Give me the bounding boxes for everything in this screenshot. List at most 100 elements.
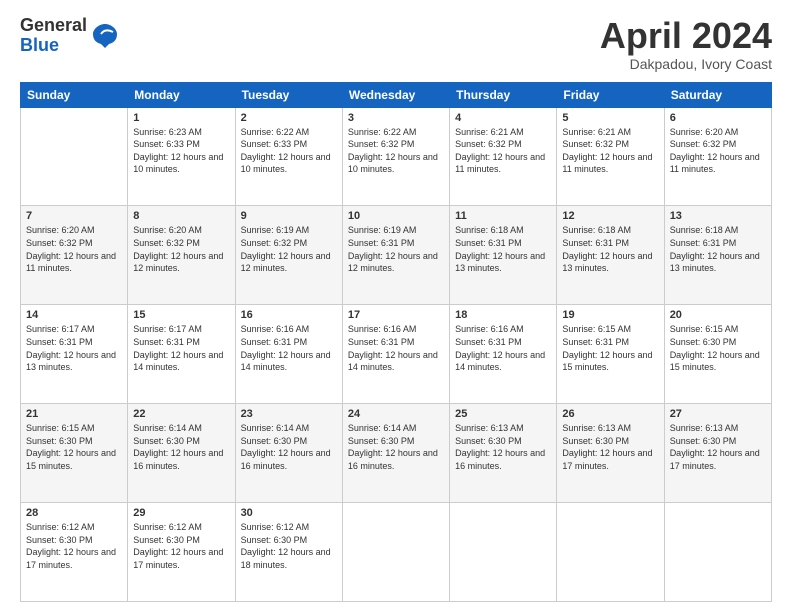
table-row: 13 Sunrise: 6:18 AMSunset: 6:31 PMDaylig… — [664, 206, 771, 305]
header-sunday: Sunday — [21, 82, 128, 107]
day-info: Sunrise: 6:20 AMSunset: 6:32 PMDaylight:… — [133, 225, 223, 273]
logo-icon — [91, 20, 119, 48]
day-info: Sunrise: 6:20 AMSunset: 6:32 PMDaylight:… — [670, 127, 760, 175]
table-row: 28 Sunrise: 6:12 AMSunset: 6:30 PMDaylig… — [21, 503, 128, 602]
calendar-table: Sunday Monday Tuesday Wednesday Thursday… — [20, 82, 772, 602]
day-number: 29 — [133, 507, 229, 519]
day-number: 13 — [670, 210, 766, 222]
day-number: 5 — [562, 112, 658, 124]
day-number: 27 — [670, 408, 766, 420]
day-number: 11 — [455, 210, 551, 222]
table-row: 27 Sunrise: 6:13 AMSunset: 6:30 PMDaylig… — [664, 404, 771, 503]
day-info: Sunrise: 6:18 AMSunset: 6:31 PMDaylight:… — [562, 225, 652, 273]
day-info: Sunrise: 6:12 AMSunset: 6:30 PMDaylight:… — [133, 522, 223, 570]
day-number: 15 — [133, 309, 229, 321]
day-info: Sunrise: 6:19 AMSunset: 6:31 PMDaylight:… — [348, 225, 438, 273]
header-thursday: Thursday — [450, 82, 557, 107]
day-number: 6 — [670, 112, 766, 124]
logo-text: General Blue — [20, 16, 87, 56]
table-row — [557, 503, 664, 602]
day-number: 2 — [241, 112, 337, 124]
day-info: Sunrise: 6:22 AMSunset: 6:33 PMDaylight:… — [241, 127, 331, 175]
day-number: 16 — [241, 309, 337, 321]
table-row: 22 Sunrise: 6:14 AMSunset: 6:30 PMDaylig… — [128, 404, 235, 503]
calendar-week-3: 21 Sunrise: 6:15 AMSunset: 6:30 PMDaylig… — [21, 404, 772, 503]
day-info: Sunrise: 6:18 AMSunset: 6:31 PMDaylight:… — [455, 225, 545, 273]
day-number: 24 — [348, 408, 444, 420]
table-row — [342, 503, 449, 602]
table-row — [21, 107, 128, 206]
day-number: 30 — [241, 507, 337, 519]
table-row: 2 Sunrise: 6:22 AMSunset: 6:33 PMDayligh… — [235, 107, 342, 206]
logo-general: General — [20, 16, 87, 36]
day-info: Sunrise: 6:15 AMSunset: 6:30 PMDaylight:… — [26, 423, 116, 471]
table-row — [450, 503, 557, 602]
day-number: 10 — [348, 210, 444, 222]
day-info: Sunrise: 6:21 AMSunset: 6:32 PMDaylight:… — [455, 127, 545, 175]
table-row: 16 Sunrise: 6:16 AMSunset: 6:31 PMDaylig… — [235, 305, 342, 404]
day-number: 21 — [26, 408, 122, 420]
day-info: Sunrise: 6:17 AMSunset: 6:31 PMDaylight:… — [26, 324, 116, 372]
header-wednesday: Wednesday — [342, 82, 449, 107]
calendar-week-0: 1 Sunrise: 6:23 AMSunset: 6:33 PMDayligh… — [21, 107, 772, 206]
table-row: 11 Sunrise: 6:18 AMSunset: 6:31 PMDaylig… — [450, 206, 557, 305]
day-info: Sunrise: 6:14 AMSunset: 6:30 PMDaylight:… — [348, 423, 438, 471]
day-info: Sunrise: 6:17 AMSunset: 6:31 PMDaylight:… — [133, 324, 223, 372]
day-info: Sunrise: 6:13 AMSunset: 6:30 PMDaylight:… — [670, 423, 760, 471]
table-row: 5 Sunrise: 6:21 AMSunset: 6:32 PMDayligh… — [557, 107, 664, 206]
day-number: 1 — [133, 112, 229, 124]
header-monday: Monday — [128, 82, 235, 107]
table-row: 6 Sunrise: 6:20 AMSunset: 6:32 PMDayligh… — [664, 107, 771, 206]
day-number: 22 — [133, 408, 229, 420]
logo-blue: Blue — [20, 36, 87, 56]
table-row: 8 Sunrise: 6:20 AMSunset: 6:32 PMDayligh… — [128, 206, 235, 305]
day-number: 4 — [455, 112, 551, 124]
day-number: 23 — [241, 408, 337, 420]
page: General Blue April 2024 Dakpadou, Ivory … — [0, 0, 792, 612]
table-row: 14 Sunrise: 6:17 AMSunset: 6:31 PMDaylig… — [21, 305, 128, 404]
title-block: April 2024 Dakpadou, Ivory Coast — [600, 16, 772, 72]
day-number: 28 — [26, 507, 122, 519]
table-row: 19 Sunrise: 6:15 AMSunset: 6:31 PMDaylig… — [557, 305, 664, 404]
day-info: Sunrise: 6:13 AMSunset: 6:30 PMDaylight:… — [455, 423, 545, 471]
header-friday: Friday — [557, 82, 664, 107]
table-row: 25 Sunrise: 6:13 AMSunset: 6:30 PMDaylig… — [450, 404, 557, 503]
day-number: 26 — [562, 408, 658, 420]
table-row: 1 Sunrise: 6:23 AMSunset: 6:33 PMDayligh… — [128, 107, 235, 206]
day-info: Sunrise: 6:12 AMSunset: 6:30 PMDaylight:… — [241, 522, 331, 570]
day-info: Sunrise: 6:22 AMSunset: 6:32 PMDaylight:… — [348, 127, 438, 175]
table-row: 3 Sunrise: 6:22 AMSunset: 6:32 PMDayligh… — [342, 107, 449, 206]
calendar-week-2: 14 Sunrise: 6:17 AMSunset: 6:31 PMDaylig… — [21, 305, 772, 404]
day-info: Sunrise: 6:16 AMSunset: 6:31 PMDaylight:… — [455, 324, 545, 372]
table-row: 23 Sunrise: 6:14 AMSunset: 6:30 PMDaylig… — [235, 404, 342, 503]
day-number: 20 — [670, 309, 766, 321]
day-number: 12 — [562, 210, 658, 222]
month-title: April 2024 — [600, 16, 772, 56]
day-info: Sunrise: 6:15 AMSunset: 6:30 PMDaylight:… — [670, 324, 760, 372]
day-info: Sunrise: 6:23 AMSunset: 6:33 PMDaylight:… — [133, 127, 223, 175]
table-row — [664, 503, 771, 602]
table-row: 10 Sunrise: 6:19 AMSunset: 6:31 PMDaylig… — [342, 206, 449, 305]
header-tuesday: Tuesday — [235, 82, 342, 107]
table-row: 30 Sunrise: 6:12 AMSunset: 6:30 PMDaylig… — [235, 503, 342, 602]
table-row: 29 Sunrise: 6:12 AMSunset: 6:30 PMDaylig… — [128, 503, 235, 602]
table-row: 4 Sunrise: 6:21 AMSunset: 6:32 PMDayligh… — [450, 107, 557, 206]
day-info: Sunrise: 6:18 AMSunset: 6:31 PMDaylight:… — [670, 225, 760, 273]
day-info: Sunrise: 6:12 AMSunset: 6:30 PMDaylight:… — [26, 522, 116, 570]
day-info: Sunrise: 6:19 AMSunset: 6:32 PMDaylight:… — [241, 225, 331, 273]
day-info: Sunrise: 6:14 AMSunset: 6:30 PMDaylight:… — [133, 423, 223, 471]
day-info: Sunrise: 6:15 AMSunset: 6:31 PMDaylight:… — [562, 324, 652, 372]
day-info: Sunrise: 6:13 AMSunset: 6:30 PMDaylight:… — [562, 423, 652, 471]
day-number: 8 — [133, 210, 229, 222]
day-number: 19 — [562, 309, 658, 321]
logo: General Blue — [20, 16, 119, 56]
table-row: 20 Sunrise: 6:15 AMSunset: 6:30 PMDaylig… — [664, 305, 771, 404]
day-number: 18 — [455, 309, 551, 321]
calendar-week-1: 7 Sunrise: 6:20 AMSunset: 6:32 PMDayligh… — [21, 206, 772, 305]
calendar-week-4: 28 Sunrise: 6:12 AMSunset: 6:30 PMDaylig… — [21, 503, 772, 602]
day-number: 17 — [348, 309, 444, 321]
table-row: 24 Sunrise: 6:14 AMSunset: 6:30 PMDaylig… — [342, 404, 449, 503]
table-row: 18 Sunrise: 6:16 AMSunset: 6:31 PMDaylig… — [450, 305, 557, 404]
day-number: 9 — [241, 210, 337, 222]
day-number: 25 — [455, 408, 551, 420]
